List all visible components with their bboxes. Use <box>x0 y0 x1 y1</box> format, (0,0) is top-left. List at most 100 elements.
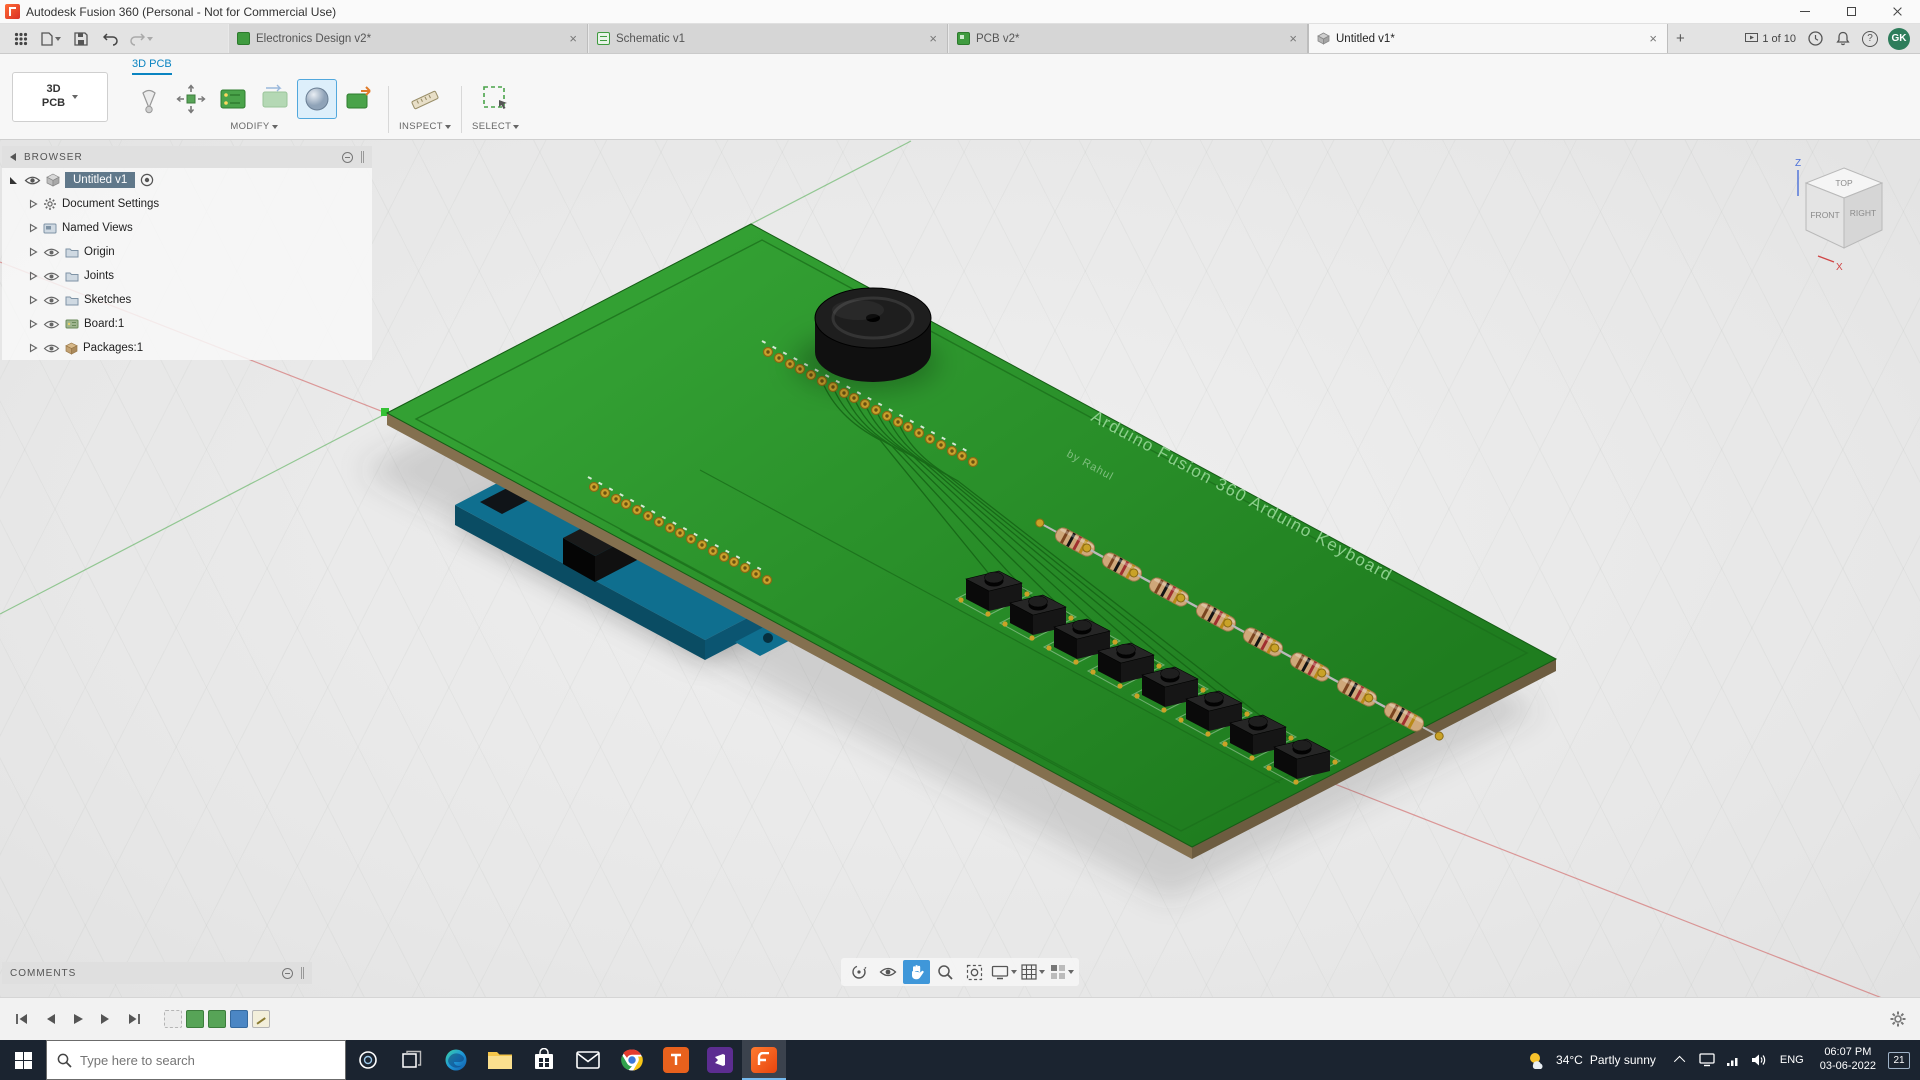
pcb-flip-tool-icon[interactable] <box>256 80 294 118</box>
visibility-eye-icon[interactable] <box>43 295 60 306</box>
taskbar-clock[interactable]: 06:07 PM 03-06-2022 <box>1812 1046 1884 1074</box>
pan-hand-icon[interactable] <box>903 960 930 984</box>
inspect-group-label[interactable]: INSPECT <box>399 121 451 132</box>
tab-close-icon[interactable]: × <box>927 31 939 46</box>
browser-item-packages[interactable]: Packages:1 <box>2 336 372 360</box>
panel-grip-handle[interactable] <box>361 151 364 163</box>
expander-icon[interactable] <box>28 295 38 305</box>
grid-settings-icon[interactable] <box>1019 960 1046 984</box>
version-position[interactable]: 1 of 10 <box>1745 33 1796 45</box>
timeline-body-feature-icon[interactable] <box>230 1010 248 1028</box>
speaker-icon[interactable] <box>1746 1040 1772 1080</box>
redo-icon[interactable] <box>128 27 154 51</box>
browser-root-item[interactable]: Untitled v1 <box>2 168 372 192</box>
visibility-eye-icon[interactable] <box>43 247 60 258</box>
look-at-icon[interactable] <box>874 960 901 984</box>
search-input[interactable] <box>80 1053 335 1068</box>
select-box-icon[interactable] <box>477 80 515 118</box>
zoom-icon[interactable] <box>932 960 959 984</box>
timeline-go-to-end-button[interactable] <box>122 1007 146 1031</box>
help-icon[interactable]: ? <box>1862 31 1878 47</box>
hidden-icons-chevron-icon[interactable] <box>1668 1040 1694 1080</box>
viewports-icon[interactable] <box>1048 960 1075 984</box>
minimize-button[interactable] <box>1782 0 1828 23</box>
panel-options-icon[interactable] <box>282 968 293 979</box>
extrude-tool-icon[interactable] <box>130 80 168 118</box>
save-icon[interactable] <box>68 27 94 51</box>
undo-icon[interactable] <box>98 27 124 51</box>
timeline-board-feature-icon[interactable] <box>186 1010 204 1028</box>
taskbar-weather[interactable]: 34°C Partly sunny <box>1515 1051 1668 1069</box>
panel-options-icon[interactable] <box>342 152 353 163</box>
browser-item-board[interactable]: Board:1 <box>2 312 372 336</box>
file-explorer-icon[interactable] <box>478 1040 522 1080</box>
edge-icon[interactable] <box>434 1040 478 1080</box>
notification-bell-icon[interactable] <box>1834 30 1852 48</box>
maximize-button[interactable] <box>1828 0 1874 23</box>
pcb-board-tool-icon[interactable] <box>214 80 252 118</box>
modify-group-label[interactable]: MODIFY <box>230 121 277 132</box>
timeline-board-feature-icon[interactable] <box>208 1010 226 1028</box>
taskbar-search[interactable] <box>46 1040 346 1080</box>
sphere-tool-icon[interactable] <box>298 80 336 118</box>
expander-icon[interactable] <box>28 319 38 329</box>
visibility-eye-icon[interactable] <box>43 271 60 282</box>
tab-untitled[interactable]: Untitled v1* × <box>1308 24 1668 53</box>
collapse-panel-icon[interactable] <box>10 153 16 161</box>
expander-icon[interactable] <box>28 247 38 257</box>
ribbon-tab-3dpcb[interactable]: 3D PCB <box>132 58 172 75</box>
browser-item-document-settings[interactable]: Document Settings <box>2 192 372 216</box>
timeline-settings-gear-icon[interactable] <box>1886 1007 1910 1031</box>
timeline-marker-icon[interactable] <box>164 1010 182 1028</box>
expander-icon[interactable] <box>28 199 38 209</box>
expander-icon[interactable] <box>28 271 38 281</box>
chrome-icon[interactable] <box>610 1040 654 1080</box>
browser-root-label[interactable]: Untitled v1 <box>65 172 135 188</box>
expander-icon[interactable] <box>28 223 38 233</box>
visibility-eye-icon[interactable] <box>24 175 41 186</box>
timeline-sketch-feature-icon[interactable] <box>252 1010 270 1028</box>
tray-monitor-icon[interactable] <box>1694 1040 1720 1080</box>
tab-pcb[interactable]: PCB v2* × <box>948 24 1308 53</box>
3d-viewport[interactable]: Arduino Fusion 360 Arduino Keyboard by R… <box>0 140 1920 997</box>
microsoft-store-icon[interactable] <box>522 1040 566 1080</box>
file-menu-icon[interactable] <box>38 27 64 51</box>
user-avatar[interactable]: GK <box>1888 28 1910 50</box>
network-icon[interactable] <box>1720 1040 1746 1080</box>
start-button[interactable] <box>0 1040 46 1080</box>
move-component-icon[interactable] <box>172 80 210 118</box>
timeline-go-to-start-button[interactable] <box>10 1007 34 1031</box>
fusion360-taskbar-icon[interactable] <box>742 1040 786 1080</box>
mail-icon[interactable] <box>566 1040 610 1080</box>
expander-icon[interactable] <box>28 343 38 353</box>
panel-grip-handle[interactable] <box>301 967 304 979</box>
visibility-eye-icon[interactable] <box>43 319 60 330</box>
browser-item-origin[interactable]: Origin <box>2 240 372 264</box>
tab-close-icon[interactable]: × <box>567 31 579 46</box>
tab-electronics-design[interactable]: Electronics Design v2* × <box>228 24 588 53</box>
browser-header[interactable]: BROWSER <box>2 146 372 168</box>
comments-header[interactable]: COMMENTS <box>2 962 312 984</box>
display-settings-icon[interactable] <box>990 960 1017 984</box>
clock-icon[interactable] <box>1806 30 1824 48</box>
view-cube[interactable]: Z TOP FRONT RIGHT X <box>1784 152 1904 282</box>
close-button[interactable] <box>1874 0 1920 23</box>
language-indicator[interactable]: ENG <box>1772 1054 1812 1066</box>
tab-close-icon[interactable]: × <box>1647 31 1659 46</box>
pcb-sync-tool-icon[interactable] <box>340 80 378 118</box>
new-tab-button[interactable]: + <box>1668 24 1693 53</box>
select-group-label[interactable]: SELECT <box>472 121 519 132</box>
timeline-step-forward-button[interactable] <box>94 1007 118 1031</box>
timeline-play-button[interactable] <box>66 1007 90 1031</box>
app-icon-orange[interactable] <box>654 1040 698 1080</box>
fit-view-icon[interactable] <box>961 960 988 984</box>
tab-close-icon[interactable]: × <box>1287 31 1299 46</box>
activate-radio-icon[interactable] <box>140 173 154 187</box>
collapse-all-icon[interactable] <box>10 177 17 184</box>
cortana-icon[interactable] <box>346 1040 390 1080</box>
visibility-eye-icon[interactable] <box>43 343 60 354</box>
orbit-icon[interactable] <box>845 960 872 984</box>
timeline-step-back-button[interactable] <box>38 1007 62 1031</box>
app-grid-icon[interactable] <box>8 27 34 51</box>
workspace-selector[interactable]: 3D PCB <box>12 72 108 122</box>
